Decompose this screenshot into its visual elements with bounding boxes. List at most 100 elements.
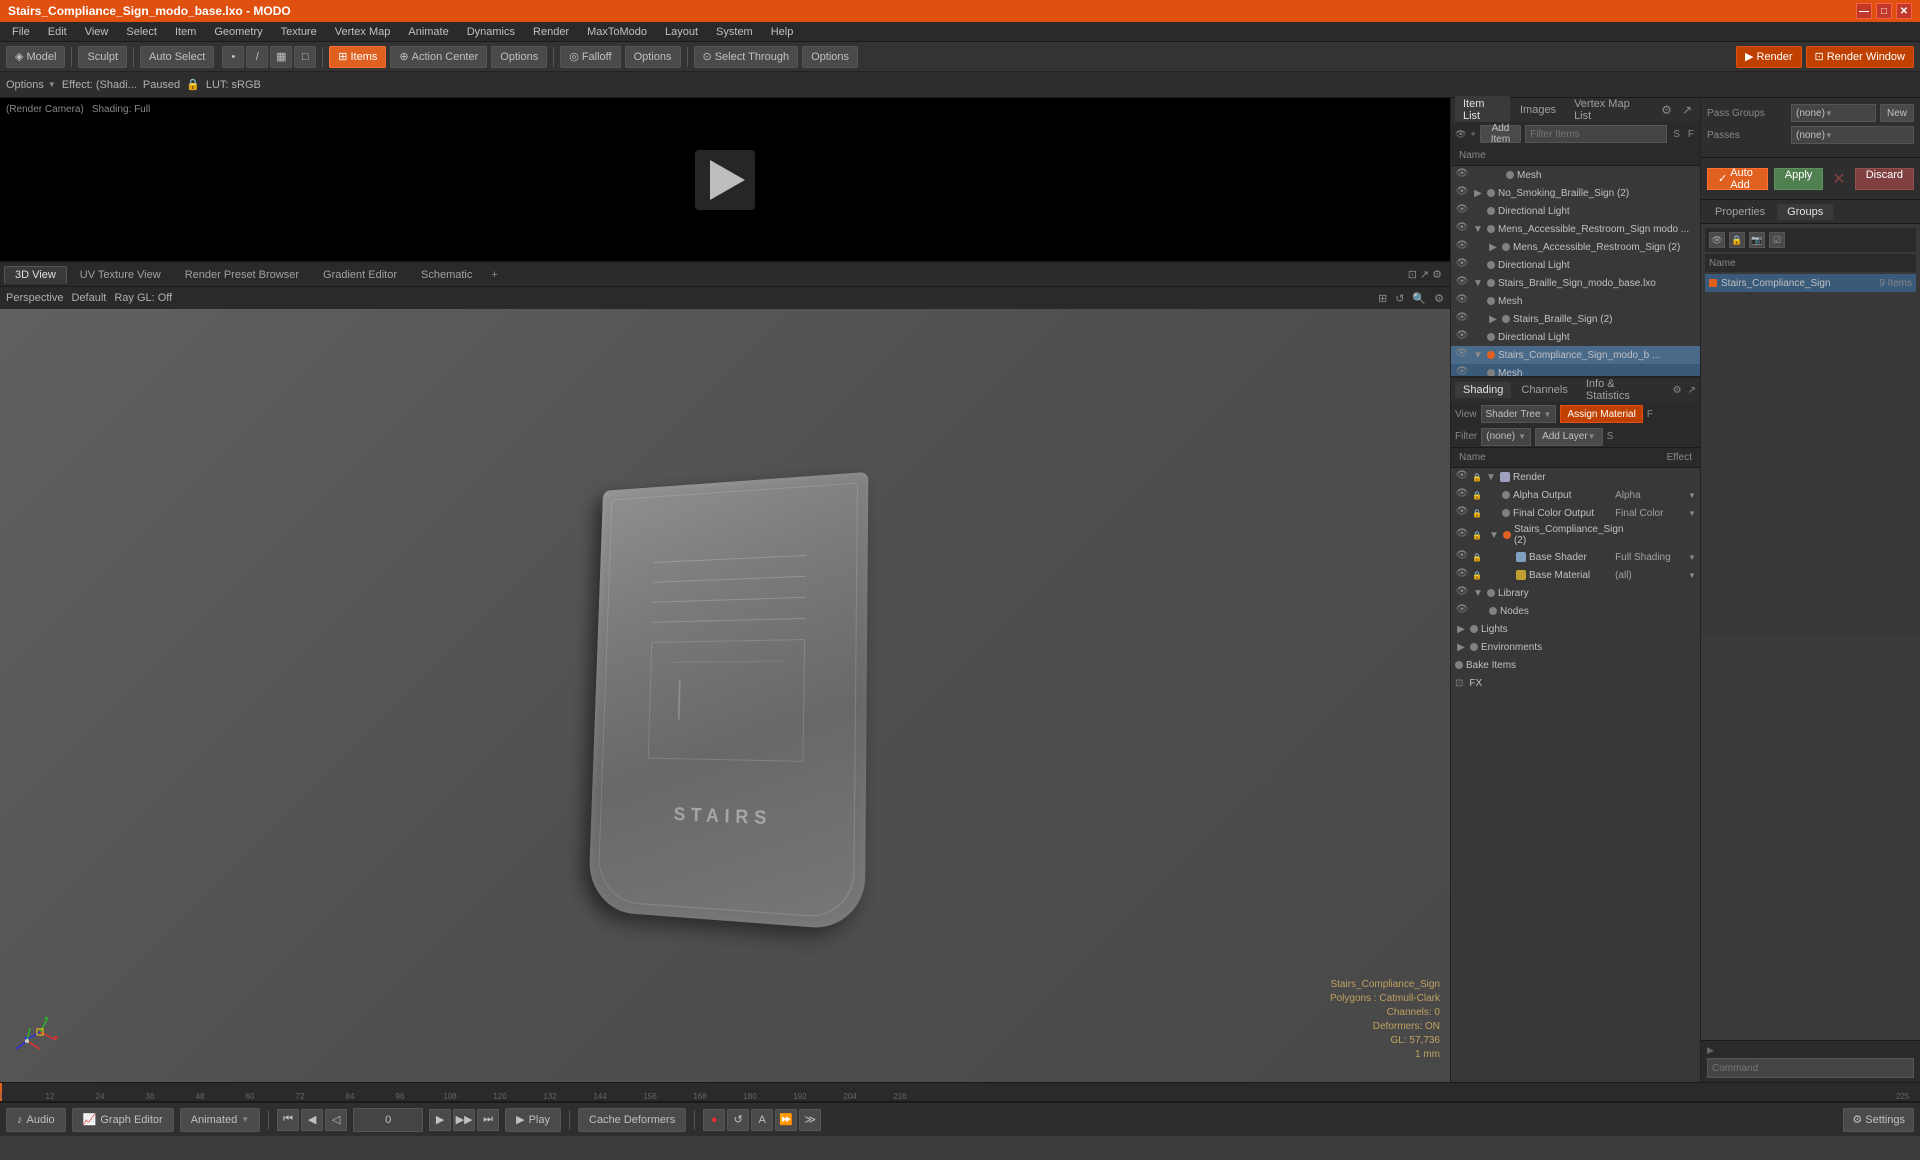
render-window-button[interactable]: ⊡ Render Window	[1806, 46, 1914, 68]
viewport-3d[interactable]: Perspective Default Ray GL: Off ⊞ ↺ 🔍 ⚙	[0, 287, 1450, 1082]
next-frame-button[interactable]: ▶▶	[453, 1109, 475, 1131]
tab-uv-texture-view[interactable]: UV Texture View	[69, 266, 172, 284]
item-list-settings-icon[interactable]: ⚙	[1657, 103, 1676, 117]
record-button[interactable]: ●	[703, 1109, 725, 1131]
vp-settings-icon[interactable]: ⚙	[1434, 292, 1444, 305]
minimize-button[interactable]: —	[1856, 3, 1872, 19]
loop-button[interactable]: ↺	[727, 1109, 749, 1131]
graph-editor-button[interactable]: 📈 Graph Editor	[72, 1108, 174, 1132]
list-item[interactable]: 👁 ▶ Stairs_Braille_Sign (2)	[1451, 310, 1700, 328]
list-item[interactable]: 👁 Mesh	[1451, 292, 1700, 310]
filter-items-input[interactable]	[1525, 125, 1667, 143]
visibility-icon[interactable]: 👁	[1455, 294, 1469, 308]
expand-icon[interactable]: ▼	[1472, 350, 1484, 361]
maximize-button[interactable]: □	[1876, 3, 1892, 19]
polygon-mode-button[interactable]: ▦	[270, 46, 292, 68]
step-button[interactable]: ⏩	[775, 1109, 797, 1131]
groups-lock-icon[interactable]: 🔒	[1729, 232, 1745, 248]
item-mode-button[interactable]: □	[294, 46, 316, 68]
edge-mode-button[interactable]: /	[246, 46, 268, 68]
shader-item-base-shader[interactable]: 👁 🔒 Base Shader Full Shading ▼	[1451, 548, 1700, 566]
visibility-icon[interactable]: 👁	[1455, 366, 1469, 376]
options1-button[interactable]: Options	[491, 46, 547, 68]
expand-icon[interactable]: ▼	[1485, 472, 1497, 483]
menu-file[interactable]: File	[4, 24, 38, 40]
expand-icon[interactable]: ▶	[1487, 242, 1499, 253]
groups-camera-icon[interactable]: 📷	[1749, 232, 1765, 248]
menu-select[interactable]: Select	[118, 24, 165, 40]
properties-tab[interactable]: Properties	[1705, 204, 1775, 220]
shader-item-final-color[interactable]: 👁 🔒 Final Color Output Final Color ▼	[1451, 504, 1700, 522]
shading-expand-icon[interactable]: ↗	[1688, 385, 1696, 396]
discard-button[interactable]: Discard	[1855, 168, 1914, 190]
assign-material-button[interactable]: Assign Material	[1560, 405, 1642, 423]
discard-x-icon[interactable]: ✕	[1829, 169, 1848, 189]
list-item[interactable]: 👁 ▶ Mens_Accessible_Restroom_Sign (2)	[1451, 238, 1700, 256]
go-to-end-button[interactable]: ⏭	[477, 1109, 499, 1131]
play-button[interactable]: ▶ Play	[505, 1108, 561, 1132]
list-item[interactable]: 👁 Directional Light	[1451, 328, 1700, 346]
play-button[interactable]	[695, 150, 755, 210]
menu-system[interactable]: System	[708, 24, 761, 40]
menu-maxtomodo[interactable]: MaxToModo	[579, 24, 655, 40]
settings-button[interactable]: ⚙ Settings	[1843, 1108, 1914, 1132]
tab-gradient-editor[interactable]: Gradient Editor	[312, 266, 408, 284]
visibility-icon[interactable]: 👁	[1455, 186, 1469, 200]
viewport-fit-icon[interactable]: ⊡	[1408, 268, 1417, 281]
shader-item-stairs-compliance[interactable]: 👁 🔒 ▼ Stairs_Compliance_Sign (2)	[1451, 522, 1700, 548]
visibility-icon[interactable]: 👁	[1455, 168, 1469, 182]
tab-3d-view[interactable]: 3D View	[4, 266, 67, 284]
shading-tab[interactable]: Shading	[1455, 382, 1511, 398]
close-button[interactable]: ✕	[1896, 3, 1912, 19]
render-button[interactable]: ▶ Render	[1736, 46, 1802, 68]
new-pass-group-button[interactable]: New	[1880, 104, 1914, 122]
il-add-icon[interactable]: +	[1470, 129, 1475, 139]
images-tab[interactable]: Images	[1512, 102, 1564, 118]
shading-settings-icon[interactable]: ⚙	[1673, 385, 1682, 396]
play-forward-button[interactable]: ▶	[429, 1109, 451, 1131]
item-list-expand-icon[interactable]: ↗	[1678, 103, 1696, 117]
group-item[interactable]: Stairs_Compliance_Sign 9 Items	[1705, 274, 1916, 292]
animated-button[interactable]: Animated ▼	[180, 1108, 260, 1132]
visibility-icon[interactable]: 👁	[1455, 276, 1469, 290]
info-statistics-tab[interactable]: Info & Statistics	[1578, 376, 1669, 404]
groups-eye-icon[interactable]: 👁	[1709, 232, 1725, 248]
action-center-button[interactable]: ⊕ Action Center	[390, 46, 487, 68]
tab-render-preset-browser[interactable]: Render Preset Browser	[174, 266, 310, 284]
list-item[interactable]: 👁 Mesh	[1451, 166, 1700, 184]
visibility-icon[interactable]: 👁	[1455, 204, 1469, 218]
expand-icon[interactable]: ▼	[1488, 530, 1500, 541]
shader-item-environments[interactable]: ▶ Environments	[1451, 638, 1700, 656]
timeline-track[interactable]: 0 12 24 36 48 60 72 84 96 108 120 132 14…	[0, 1083, 1920, 1101]
auto-select-button[interactable]: Auto Select	[140, 46, 214, 68]
vertex-map-list-tab[interactable]: Vertex Map List	[1566, 96, 1653, 124]
visibility-icon[interactable]: 👁	[1455, 348, 1469, 362]
s-key-shortcut[interactable]: S	[1607, 431, 1614, 442]
groups-check-icon[interactable]: ☑	[1769, 232, 1785, 248]
command-input[interactable]	[1707, 1058, 1914, 1078]
viewport-maximize-icon[interactable]: ↗	[1420, 268, 1429, 281]
menu-animate[interactable]: Animate	[400, 24, 456, 40]
il-filter-f-key[interactable]: F	[1686, 129, 1696, 140]
visibility-icon[interactable]: 👁	[1455, 240, 1469, 254]
expand-icon[interactable]: ▶	[1487, 314, 1499, 325]
shader-tree-dropdown[interactable]: Shader Tree ▼	[1481, 405, 1557, 423]
menu-help[interactable]: Help	[763, 24, 802, 40]
visibility-icon[interactable]: 👁	[1455, 568, 1469, 582]
shader-item-lights[interactable]: ▶ Lights	[1451, 620, 1700, 638]
add-viewport-tab-button[interactable]: +	[485, 267, 503, 283]
prev-frame-button[interactable]: ◀	[301, 1109, 323, 1131]
visibility-icon[interactable]: 👁	[1455, 470, 1469, 484]
visibility-icon[interactable]: 👁	[1455, 550, 1469, 564]
channels-tab[interactable]: Channels	[1513, 382, 1575, 398]
select-through-button[interactable]: ⊙ Select Through	[694, 46, 799, 68]
menu-texture[interactable]: Texture	[273, 24, 325, 40]
shader-item-fx[interactable]: ⊡ FX	[1451, 674, 1700, 692]
visibility-icon[interactable]: 👁	[1455, 258, 1469, 272]
skip-button[interactable]: ≫	[799, 1109, 821, 1131]
expand-icon[interactable]: ▶	[1455, 624, 1467, 635]
f-key-shortcut[interactable]: F	[1647, 409, 1653, 420]
menu-dynamics[interactable]: Dynamics	[459, 24, 523, 40]
shader-item-library[interactable]: 👁 ▼ Library	[1451, 584, 1700, 602]
menu-item[interactable]: Item	[167, 24, 204, 40]
